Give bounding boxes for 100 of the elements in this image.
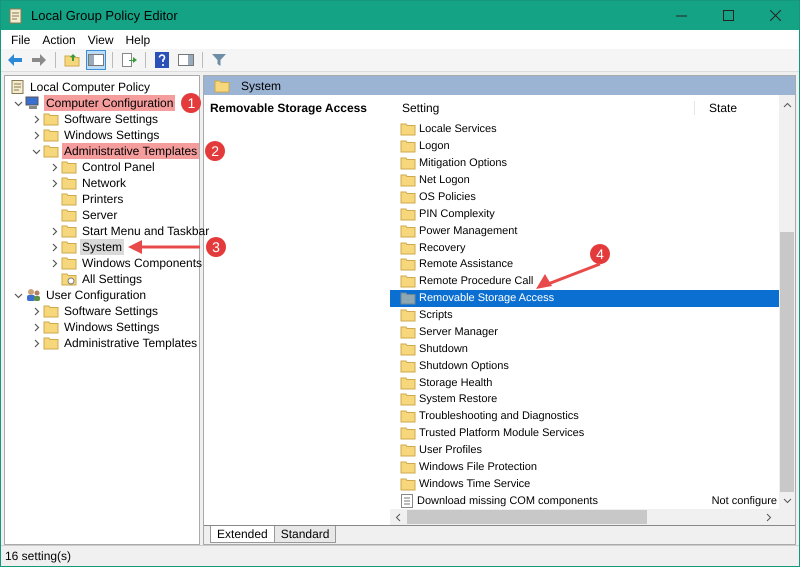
folder-icon bbox=[43, 336, 59, 350]
tree-item[interactable]: Control Panel bbox=[80, 159, 157, 175]
folder-icon bbox=[61, 176, 77, 190]
menu-item[interactable]: File bbox=[5, 32, 36, 46]
folder-icon bbox=[400, 426, 416, 440]
menu-item[interactable]: Action bbox=[36, 32, 82, 46]
folder-icon bbox=[400, 206, 416, 221]
expand-chevron-icon[interactable] bbox=[50, 226, 58, 236]
list-item[interactable]: Storage Health bbox=[419, 376, 492, 389]
tree-item[interactable]: Windows Components bbox=[80, 255, 204, 271]
folder-icon bbox=[400, 392, 416, 406]
folder-icon bbox=[400, 190, 416, 204]
tree-item[interactable]: System bbox=[80, 239, 124, 255]
folder-header-title: System bbox=[241, 78, 282, 92]
tree-item[interactable]: Software Settings bbox=[62, 303, 160, 319]
settings-folder-icon bbox=[61, 272, 77, 286]
folder-icon bbox=[400, 291, 416, 306]
list-item[interactable]: Remote Assistance bbox=[419, 258, 514, 270]
expand-chevron-icon[interactable] bbox=[50, 258, 58, 268]
policy-document-icon bbox=[11, 80, 25, 94]
vertical-scrollbar[interactable] bbox=[779, 95, 795, 509]
expand-chevron-icon[interactable] bbox=[50, 178, 58, 188]
expand-chevron-icon[interactable] bbox=[32, 322, 40, 332]
list-item[interactable]: Troubleshooting and Diagnostics bbox=[419, 410, 579, 422]
list-item[interactable]: Windows File Protection bbox=[419, 460, 537, 473]
tree-item[interactable]: All Settings bbox=[80, 271, 144, 287]
list-item[interactable]: Remote Procedure Call bbox=[419, 275, 534, 288]
expand-chevron-icon[interactable] bbox=[50, 162, 58, 172]
close-icon[interactable] bbox=[770, 10, 781, 21]
menu-item[interactable]: Help bbox=[120, 32, 156, 46]
list-item[interactable]: Removable Storage Access bbox=[419, 292, 554, 304]
list-item[interactable]: Shutdown bbox=[419, 342, 468, 355]
computer-icon bbox=[25, 96, 41, 110]
list-item[interactable]: System Restore bbox=[419, 393, 498, 406]
tree-item[interactable]: Start Menu and Taskbar bbox=[80, 223, 212, 239]
scroll-right-icon[interactable] bbox=[764, 512, 773, 522]
expand-chevron-icon[interactable] bbox=[32, 114, 40, 124]
folder-icon bbox=[61, 224, 77, 238]
tree-item[interactable]: Administrative Templates bbox=[62, 143, 200, 159]
scroll-up-icon[interactable] bbox=[782, 101, 792, 110]
list-item[interactable]: Recovery bbox=[419, 242, 466, 254]
folder-icon bbox=[61, 208, 77, 222]
tree-item[interactable]: Server bbox=[80, 207, 120, 223]
list-item[interactable]: Download missing COM components bbox=[417, 494, 598, 507]
list-item[interactable]: Logon bbox=[419, 140, 450, 152]
scroll-left-icon[interactable] bbox=[394, 512, 403, 522]
tree-item[interactable]: User Configuration bbox=[44, 287, 148, 303]
folder-icon bbox=[400, 409, 416, 424]
folder-icon bbox=[400, 224, 416, 238]
tree-item[interactable]: Software Settings bbox=[62, 111, 160, 127]
list-item[interactable]: User Profiles bbox=[419, 444, 482, 456]
list-item[interactable]: Mitigation Options bbox=[419, 157, 508, 170]
list-item[interactable]: Server Manager bbox=[419, 326, 498, 338]
collapse-chevron-icon[interactable] bbox=[32, 146, 40, 156]
list-item[interactable]: Windows Time Service bbox=[419, 478, 530, 490]
tree-item[interactable]: Network bbox=[80, 175, 128, 191]
description-title: Removable Storage Access bbox=[210, 101, 367, 115]
maximize-icon[interactable] bbox=[723, 10, 734, 21]
tree-item[interactable]: Computer Configuration bbox=[44, 95, 176, 111]
annotation-arrow bbox=[536, 262, 602, 290]
users-icon bbox=[25, 288, 41, 302]
status-text: 16 setting(s) bbox=[5, 549, 72, 563]
menu-item[interactable]: View bbox=[82, 32, 120, 46]
list-item[interactable]: Locale Services bbox=[419, 123, 497, 136]
folder-icon bbox=[400, 358, 416, 373]
collapse-chevron-icon[interactable] bbox=[14, 290, 22, 300]
tree-item[interactable]: Windows Settings bbox=[62, 127, 162, 143]
expand-chevron-icon[interactable] bbox=[32, 306, 40, 316]
setting-icon bbox=[400, 494, 414, 508]
folder-icon bbox=[43, 128, 59, 142]
list-item[interactable]: Scripts bbox=[419, 309, 453, 322]
expand-chevron-icon[interactable] bbox=[50, 242, 58, 252]
view-tab[interactable]: Extended bbox=[210, 526, 275, 543]
list-item[interactable]: Power Management bbox=[419, 224, 518, 237]
tree-item[interactable]: Windows Settings bbox=[62, 319, 162, 335]
list-item[interactable]: Net Logon bbox=[419, 174, 470, 186]
tree-item[interactable]: Local Computer Policy bbox=[28, 79, 152, 95]
list-item[interactable]: PIN Complexity bbox=[419, 208, 495, 220]
folder-icon bbox=[400, 122, 416, 136]
folder-icon bbox=[400, 240, 416, 255]
callout-badge: 4 bbox=[590, 244, 610, 264]
list-item[interactable]: Shutdown Options bbox=[419, 360, 509, 372]
horizontal-scrollbar[interactable] bbox=[390, 509, 795, 525]
state-text: Not configure bbox=[712, 494, 778, 507]
expand-chevron-icon[interactable] bbox=[32, 130, 40, 140]
list-item[interactable]: Trusted Platform Module Services bbox=[419, 427, 584, 440]
tree-item[interactable]: Administrative Templates bbox=[62, 335, 200, 351]
folder-icon bbox=[400, 257, 416, 272]
view-tab[interactable]: Standard bbox=[274, 526, 336, 543]
folder-icon bbox=[400, 342, 416, 356]
folder-icon bbox=[214, 78, 230, 92]
folder-icon bbox=[43, 304, 59, 318]
column-header[interactable]: Setting bbox=[390, 101, 694, 115]
expand-chevron-icon[interactable] bbox=[32, 338, 40, 348]
collapse-chevron-icon[interactable] bbox=[14, 98, 22, 108]
tree-item[interactable]: Printers bbox=[80, 191, 126, 207]
folder-icon bbox=[400, 139, 416, 154]
scroll-down-icon[interactable] bbox=[782, 496, 792, 505]
folder-icon bbox=[43, 144, 59, 158]
list-item[interactable]: OS Policies bbox=[419, 190, 476, 203]
